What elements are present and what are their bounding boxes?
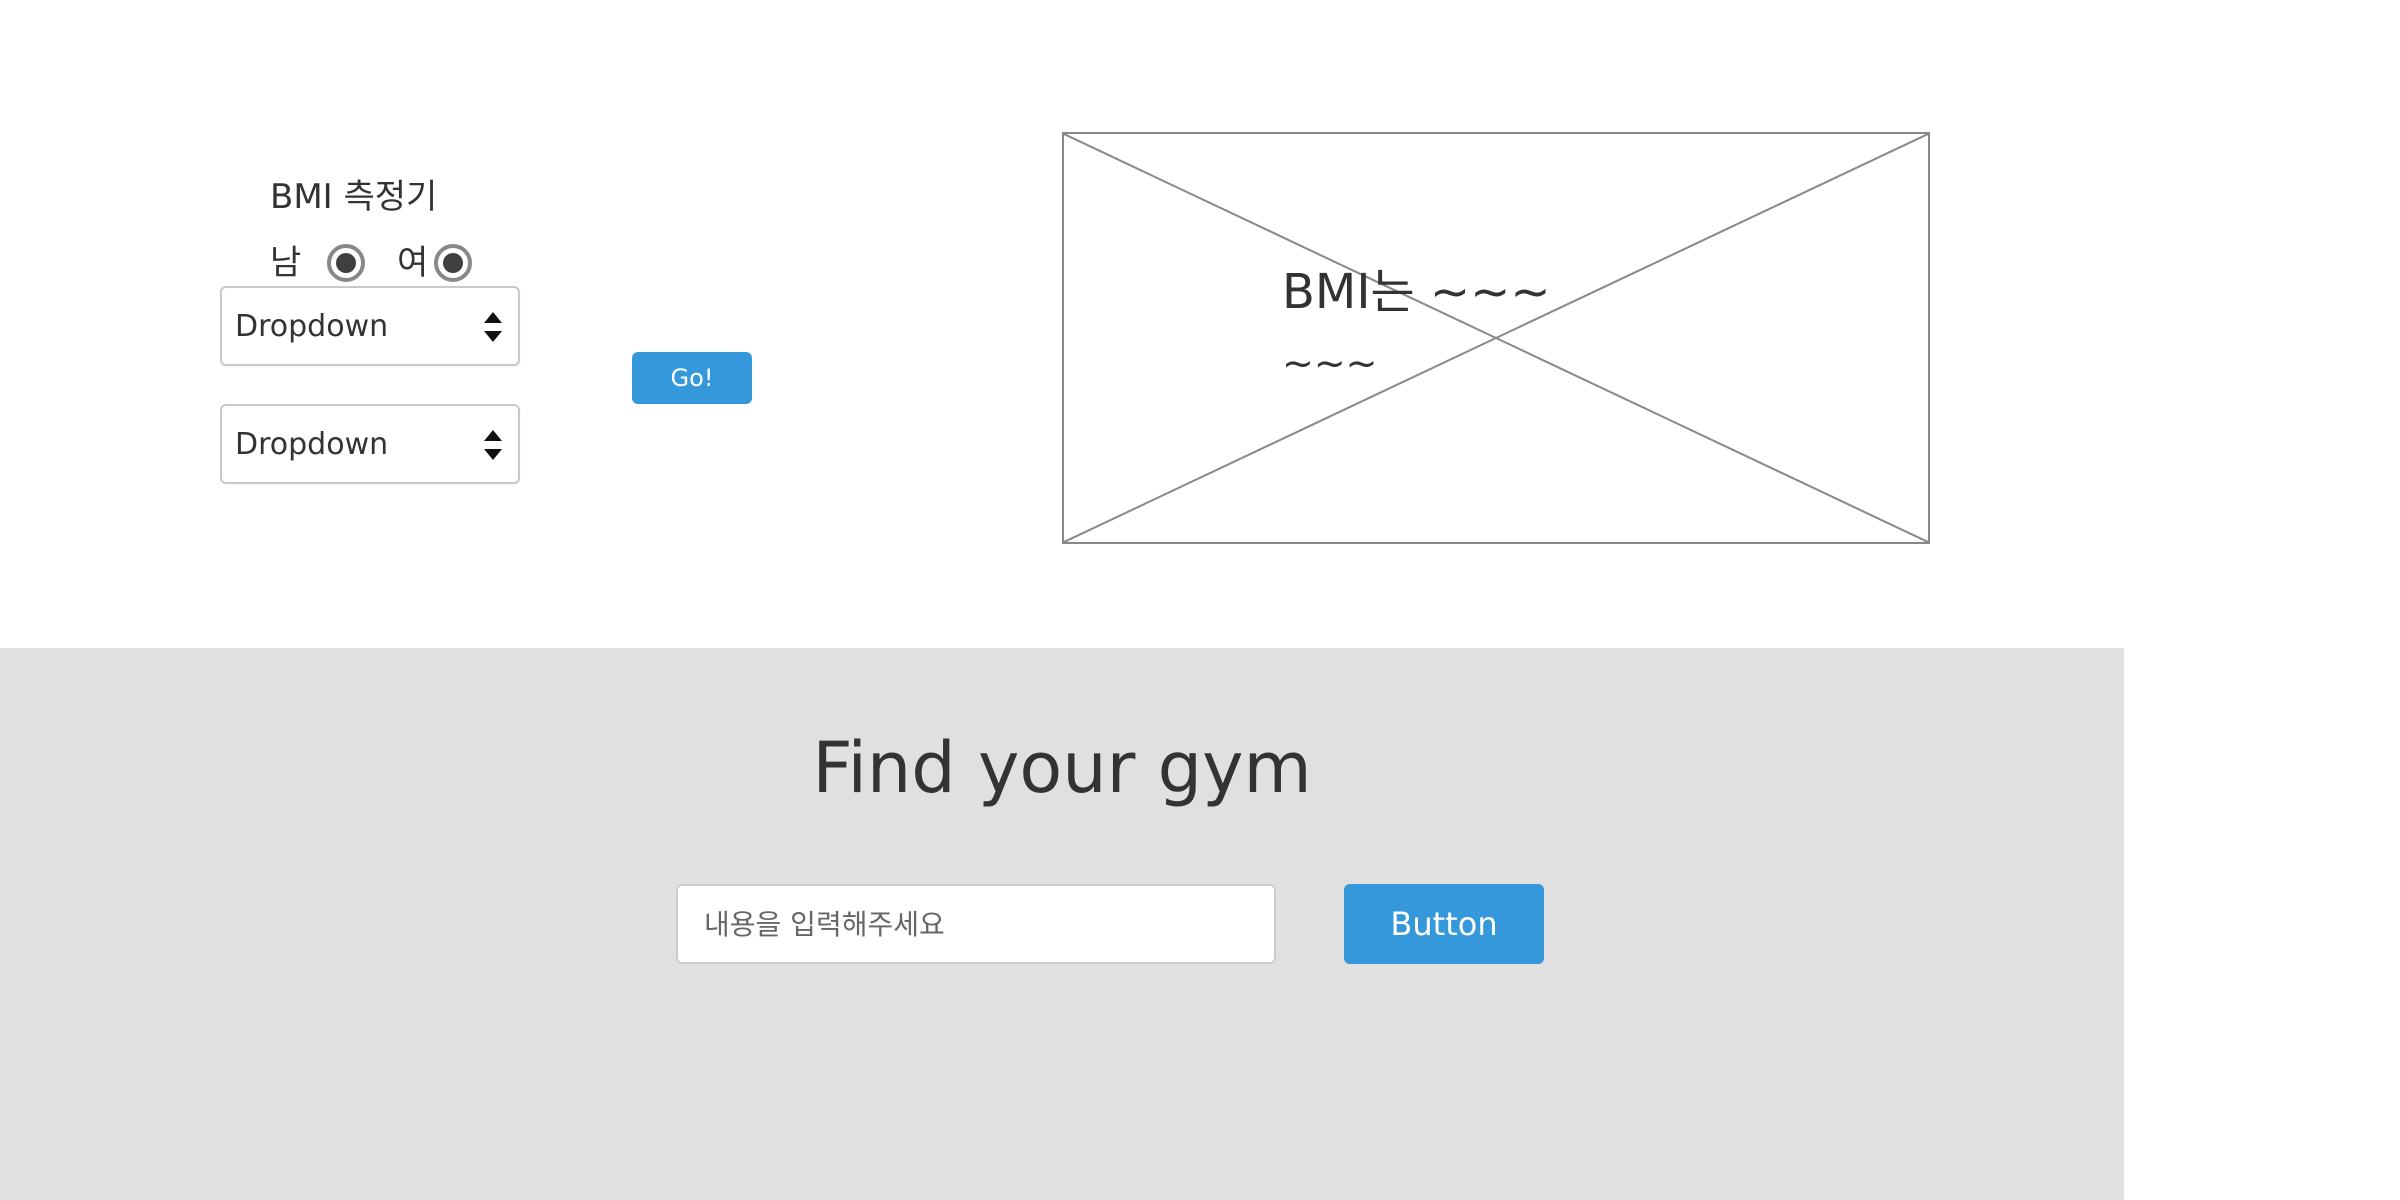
gender-female-label: 여 bbox=[397, 243, 429, 283]
bmi-result-panel: BMI는 ~~~ ~~~ bbox=[1062, 132, 1930, 544]
gym-section-title: Find your gym bbox=[812, 727, 1312, 809]
find-gym-section: Find your gym Button bbox=[0, 648, 2124, 1200]
gender-selector: 남 여 bbox=[270, 236, 490, 290]
gender-male-label: 남 bbox=[270, 243, 302, 283]
bmi-result-subtext: ~~~ bbox=[1282, 341, 1378, 385]
bmi-title: BMI 측정기 bbox=[270, 177, 438, 217]
dropdown-selected-value: Dropdown bbox=[235, 427, 389, 462]
chevron-up-down-icon bbox=[484, 430, 502, 460]
dropdown-selected-value: Dropdown bbox=[235, 309, 389, 344]
weight-dropdown[interactable]: Dropdown bbox=[220, 404, 520, 484]
height-dropdown[interactable]: Dropdown bbox=[220, 286, 520, 366]
bmi-result-text: BMI는 ~~~ bbox=[1282, 264, 1551, 320]
chevron-up-down-icon bbox=[484, 312, 502, 342]
gender-female-radio[interactable] bbox=[434, 244, 472, 282]
gender-male-radio[interactable] bbox=[327, 244, 365, 282]
image-placeholder-icon bbox=[1064, 134, 1928, 542]
gym-search-input[interactable] bbox=[676, 884, 1276, 964]
gym-search-button[interactable]: Button bbox=[1344, 884, 1544, 964]
go-button[interactable]: Go! bbox=[632, 352, 752, 404]
